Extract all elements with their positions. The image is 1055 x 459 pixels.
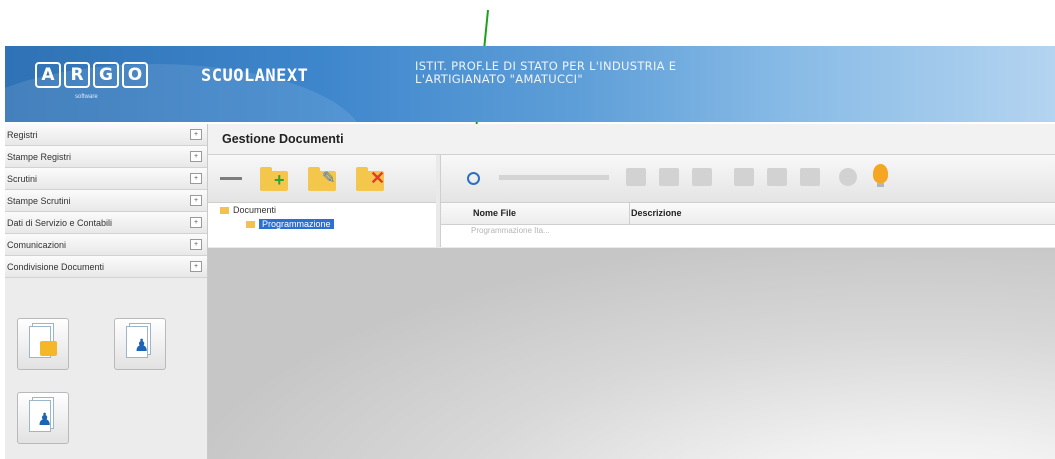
sidebar-item-condivisione-documenti[interactable]: Condivisione Documenti + <box>5 256 207 278</box>
upload-button-icon[interactable] <box>467 172 480 185</box>
sidebar-item-registri[interactable]: Registri + <box>5 124 207 146</box>
plus-icon[interactable]: + <box>190 129 202 140</box>
plus-icon[interactable]: + <box>190 217 202 228</box>
tree-toolbar: + ✎ ✕ <box>208 155 436 203</box>
column-header-nome-file[interactable]: Nome File <box>473 208 516 218</box>
disabled-button <box>626 168 646 186</box>
plus-icon: + <box>274 170 285 190</box>
tree-node-programmazione[interactable]: Programmazione <box>246 219 334 229</box>
disabled-button <box>734 168 754 186</box>
user-icon: ♟ <box>134 336 150 355</box>
tree-node-documenti[interactable]: Documenti <box>220 205 276 215</box>
lightbulb-base <box>877 183 884 187</box>
shortcut-document-lock-button[interactable] <box>17 318 69 370</box>
sidebar-item-label: Scrutini <box>7 173 38 184</box>
folder-tree: Documenti Programmazione <box>208 203 436 247</box>
page-title: Gestione Documenti <box>208 124 1055 155</box>
logo-letter: O <box>122 62 148 88</box>
column-header-descrizione[interactable]: Descrizione <box>631 208 682 218</box>
lightbulb-icon[interactable] <box>873 164 888 183</box>
logo-letter: A <box>35 62 61 88</box>
sidebar: Registri + Stampe Registri + Scrutini + Sta… <box>5 124 208 459</box>
sidebar-item-label: Condivisione Documenti <box>7 261 105 272</box>
lock-icon <box>40 341 57 356</box>
school-name-line2: L'ARTIGIANATO "AMATUCCI" <box>415 72 583 86</box>
disabled-button <box>800 168 820 186</box>
folder-icon <box>220 206 229 214</box>
sidebar-item-scrutini[interactable]: Scrutini + <box>5 168 207 190</box>
plus-icon[interactable]: + <box>190 173 202 184</box>
table-row[interactable]: Programmazione Ita... <box>471 226 550 235</box>
disabled-button <box>659 168 679 186</box>
sidebar-item-label: Comunicazioni <box>7 239 67 250</box>
sidebar-item-dati-servizio[interactable]: Dati di Servizio e Contabili + <box>5 212 207 234</box>
collapse-icon[interactable] <box>220 177 242 180</box>
disabled-button <box>839 168 857 186</box>
users-icon: ♟ <box>37 410 53 429</box>
sidebar-item-comunicazioni[interactable]: Comunicazioni + <box>5 234 207 256</box>
logo-subtitle: software <box>75 94 98 100</box>
sidebar-item-label: Registri <box>7 129 38 140</box>
school-name: ISTIT. PROF.LE DI STATO PER L'INDUSTRIA … <box>415 60 676 86</box>
plus-icon[interactable]: + <box>190 239 202 250</box>
sidebar-item-label: Stampe Scrutini <box>7 195 71 206</box>
disabled-actions <box>499 175 609 180</box>
plus-icon[interactable]: + <box>190 151 202 162</box>
tree-node-label: Documenti <box>233 205 277 215</box>
tree-node-label-selected: Programmazione <box>259 219 334 229</box>
main-content: Gestione Documenti + ✎ ✕ Documenti Progr… <box>208 124 1055 459</box>
shortcut-document-users-button[interactable]: ♟ <box>17 392 69 444</box>
pencil-icon: ✎ <box>322 170 336 187</box>
plus-icon[interactable]: + <box>190 195 202 206</box>
app-header-banner: A R G O software SCUOLANEXT ISTIT. PROF.… <box>5 46 1055 122</box>
sidebar-item-label: Dati di Servizio e Contabili <box>7 217 113 228</box>
file-toolbar <box>440 155 1055 203</box>
disabled-button <box>692 168 712 186</box>
shortcut-document-user-button[interactable]: ♟ <box>114 318 166 370</box>
plus-icon[interactable]: + <box>190 261 202 272</box>
argo-logo: A R G O <box>35 62 148 88</box>
product-name: SCUOLANEXT <box>201 66 309 86</box>
file-grid: Nome File Descrizione Programmazione Ita… <box>440 203 1055 247</box>
folder-icon <box>246 220 255 228</box>
logo-letter: G <box>93 62 119 88</box>
sidebar-item-label: Stampe Registri <box>7 151 72 162</box>
sidebar-item-stampe-scrutini[interactable]: Stampe Scrutini + <box>5 190 207 212</box>
logo-letter: R <box>64 62 90 88</box>
delete-icon: ✕ <box>370 168 386 188</box>
grid-header: Nome File Descrizione <box>441 203 1055 225</box>
workspace-background <box>208 248 1055 459</box>
disabled-button <box>767 168 787 186</box>
sidebar-item-stampe-registri[interactable]: Stampe Registri + <box>5 146 207 168</box>
